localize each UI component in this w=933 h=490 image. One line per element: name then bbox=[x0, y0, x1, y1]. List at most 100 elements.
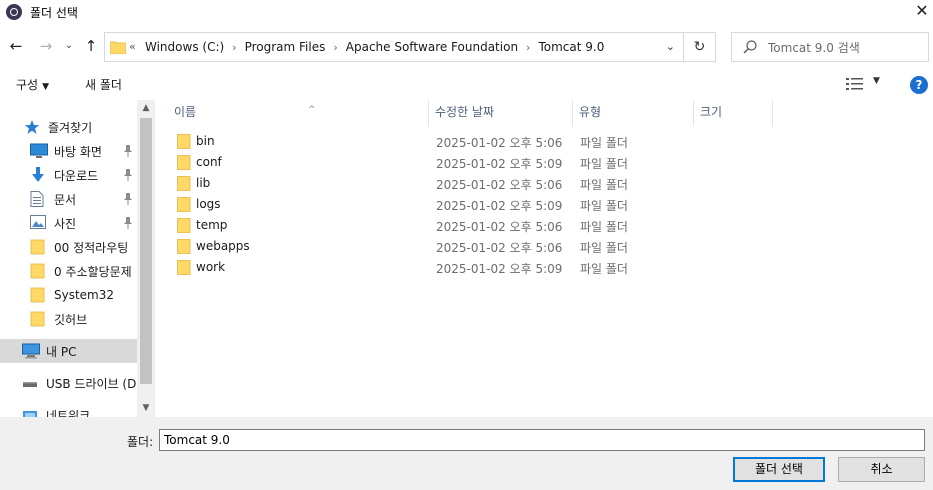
sidebar-item-usb-drive[interactable]: USB 드라이브 (D: bbox=[0, 371, 137, 395]
window-title: 폴더 선택 bbox=[30, 6, 78, 20]
recent-locations-chevron-icon[interactable]: ⌄ bbox=[63, 37, 75, 55]
column-header-date-modified[interactable]: 수정한 날짜 bbox=[429, 100, 572, 126]
sidebar-item-folder-system32[interactable]: System32 bbox=[0, 283, 137, 307]
address-bar[interactable]: « Windows (C:) › Program Files › Apache … bbox=[104, 32, 684, 62]
file-name: bin bbox=[196, 134, 215, 148]
sidebar-item-desktop[interactable]: 바탕 화면 bbox=[0, 139, 137, 163]
sidebar-item-folder-github[interactable]: 깃허브 bbox=[0, 307, 137, 331]
up-arrow-icon[interactable]: ↑ bbox=[83, 37, 99, 55]
file-date: 2025-01-02 오후 5:09 bbox=[436, 199, 563, 213]
app-icon bbox=[6, 4, 22, 20]
column-divider[interactable] bbox=[772, 100, 773, 126]
sidebar-item-label: 내 PC bbox=[46, 344, 77, 359]
file-list: 이름 ^ 수정한 날짜 유형 크기 bin 2025-01-02 오후 5:06… bbox=[157, 100, 933, 417]
sidebar-item-this-pc[interactable]: 내 PC bbox=[0, 339, 137, 363]
navigation-pane: 즐겨찾기 바탕 화면 다운로드 문서 사진 00 정적라우팅 0 주소할당문제 … bbox=[0, 100, 155, 417]
file-type: 파일 폴더 bbox=[580, 136, 628, 150]
scroll-thumb[interactable] bbox=[140, 118, 152, 384]
sidebar-item-label: 다운로드 bbox=[54, 168, 99, 183]
sidebar-item-label: 즐겨찾기 bbox=[48, 120, 93, 135]
document-icon bbox=[30, 191, 48, 207]
download-icon bbox=[30, 167, 48, 183]
chevron-down-icon: ▼ bbox=[42, 82, 50, 92]
file-date: 2025-01-02 오후 5:06 bbox=[436, 178, 563, 192]
sidebar-item-network[interactable]: 네트워크 bbox=[0, 403, 137, 417]
file-date: 2025-01-02 오후 5:09 bbox=[436, 262, 563, 276]
folder-icon bbox=[177, 239, 191, 254]
computer-icon bbox=[22, 343, 40, 359]
file-name: lib bbox=[196, 176, 211, 190]
folder-icon bbox=[177, 197, 191, 212]
file-type: 파일 폴더 bbox=[580, 178, 628, 192]
scroll-down-icon[interactable]: ▼ bbox=[137, 400, 155, 417]
cancel-button[interactable]: 취소 bbox=[838, 457, 925, 482]
list-item[interactable]: conf 2025-01-02 오후 5:09 파일 폴더 bbox=[173, 152, 673, 173]
breadcrumb-apache-software-foundation[interactable]: Apache Software Foundation bbox=[346, 40, 518, 54]
pin-icon[interactable] bbox=[123, 169, 133, 181]
search-box[interactable] bbox=[731, 32, 929, 62]
view-options-button[interactable]: ▼ bbox=[846, 76, 884, 93]
sidebar-item-documents[interactable]: 문서 bbox=[0, 187, 137, 211]
sidebar-item-folder-address-allocation[interactable]: 0 주소할당문제 bbox=[0, 259, 137, 283]
folder-icon bbox=[177, 260, 191, 275]
sidebar-item-label: System32 bbox=[54, 288, 115, 302]
sidebar-item-favorites[interactable]: 즐겨찾기 bbox=[0, 115, 137, 139]
breadcrumb: Windows (C:) › Program Files › Apache So… bbox=[145, 40, 604, 54]
list-item[interactable]: bin 2025-01-02 오후 5:06 파일 폴더 bbox=[173, 131, 673, 152]
file-date: 2025-01-02 오후 5:06 bbox=[436, 136, 563, 150]
sidebar-item-label: 바탕 화면 bbox=[54, 144, 102, 159]
sidebar-item-pictures[interactable]: 사진 bbox=[0, 211, 137, 235]
pin-icon[interactable] bbox=[123, 193, 133, 205]
overflow-chevron-icon[interactable]: « bbox=[129, 40, 136, 53]
folder-icon bbox=[30, 311, 48, 327]
folder-icon bbox=[30, 287, 48, 303]
file-name: logs bbox=[196, 197, 221, 211]
list-item[interactable]: lib 2025-01-02 오후 5:06 파일 폴더 bbox=[173, 173, 673, 194]
column-header-type[interactable]: 유형 bbox=[573, 100, 693, 126]
address-dropdown-icon[interactable]: ⌄ bbox=[666, 40, 675, 53]
folder-name-input[interactable] bbox=[159, 429, 925, 451]
usb-drive-icon bbox=[22, 375, 40, 391]
sidebar-item-downloads[interactable]: 다운로드 bbox=[0, 163, 137, 187]
breadcrumb-windows-c[interactable]: Windows (C:) bbox=[145, 40, 224, 54]
command-toolbar: 구성 ▼ 새 폴더 ▼ ? bbox=[0, 68, 933, 100]
breadcrumb-tomcat[interactable]: Tomcat 9.0 bbox=[538, 40, 604, 54]
title-bar: 폴더 선택 ✕ bbox=[0, 0, 933, 24]
column-header-name[interactable]: 이름 ^ bbox=[168, 100, 428, 126]
chevron-down-icon: ▼ bbox=[873, 76, 880, 86]
breadcrumb-separator-icon[interactable]: › bbox=[232, 41, 236, 54]
organize-label: 구성 bbox=[16, 78, 39, 92]
pin-icon[interactable] bbox=[123, 217, 133, 229]
list-item[interactable]: temp 2025-01-02 오후 5:06 파일 폴더 bbox=[173, 215, 673, 236]
search-input[interactable] bbox=[768, 39, 918, 57]
organize-button[interactable]: 구성 ▼ bbox=[16, 76, 49, 93]
pin-icon[interactable] bbox=[123, 145, 133, 157]
list-item[interactable]: work 2025-01-02 오후 5:09 파일 폴더 bbox=[173, 257, 673, 278]
select-folder-button[interactable]: 폴더 선택 bbox=[733, 457, 825, 482]
list-item[interactable]: webapps 2025-01-02 오후 5:06 파일 폴더 bbox=[173, 236, 673, 257]
sidebar-item-label: 사진 bbox=[54, 216, 77, 231]
list-item[interactable]: logs 2025-01-02 오후 5:09 파일 폴더 bbox=[173, 194, 673, 215]
close-icon[interactable]: ✕ bbox=[911, 0, 933, 24]
desktop-icon bbox=[30, 143, 48, 159]
folder-icon bbox=[110, 41, 126, 54]
file-type: 파일 폴더 bbox=[580, 220, 628, 234]
column-header-label: 이름 bbox=[174, 105, 197, 119]
forward-arrow-icon[interactable]: → bbox=[38, 37, 54, 55]
sidebar-item-folder-static-routing[interactable]: 00 정적라우팅 bbox=[0, 235, 137, 259]
breadcrumb-program-files[interactable]: Program Files bbox=[245, 40, 326, 54]
scroll-up-icon[interactable]: ▲ bbox=[137, 100, 155, 117]
column-header-size[interactable]: 크기 bbox=[694, 100, 772, 126]
back-arrow-icon[interactable]: ← bbox=[8, 37, 24, 55]
folder-icon bbox=[177, 176, 191, 191]
help-icon[interactable]: ? bbox=[910, 76, 928, 94]
refresh-icon[interactable]: ↻ bbox=[684, 32, 716, 62]
dialog-footer: 폴더: 폴더 선택 취소 bbox=[0, 417, 933, 490]
folder-icon bbox=[177, 218, 191, 233]
network-icon bbox=[22, 407, 40, 417]
breadcrumb-separator-icon[interactable]: › bbox=[526, 41, 530, 54]
sidebar-item-label: 깃허브 bbox=[54, 312, 88, 327]
new-folder-button[interactable]: 새 폴더 bbox=[85, 76, 122, 93]
breadcrumb-separator-icon[interactable]: › bbox=[333, 41, 337, 54]
nav-scrollbar[interactable]: ▲ ▼ bbox=[137, 100, 155, 417]
